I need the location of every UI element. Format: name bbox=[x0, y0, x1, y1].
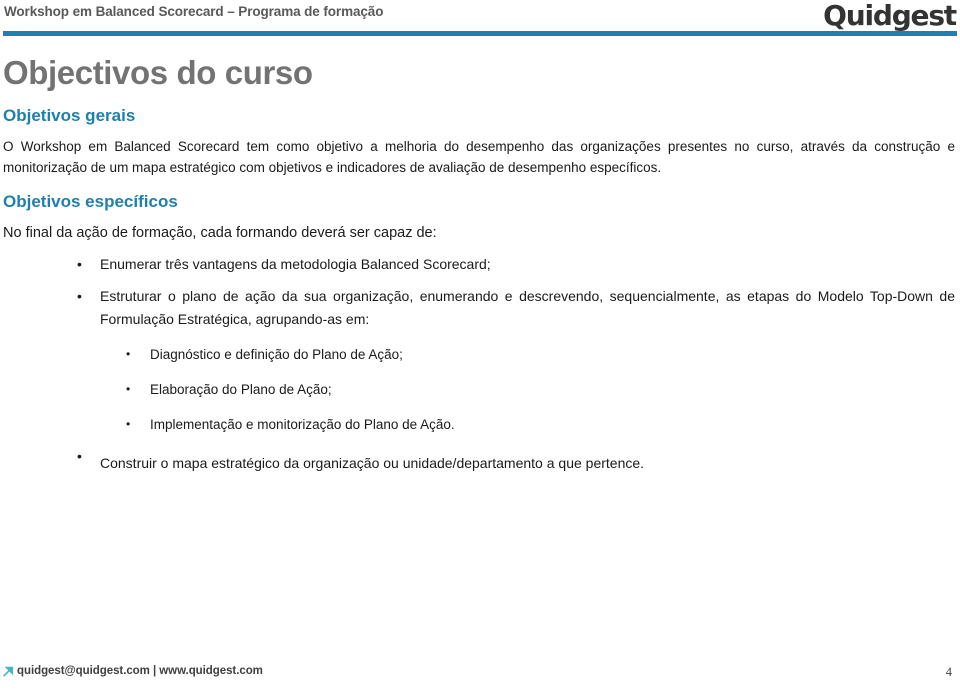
sub-list-item-label: Elaboração do Plano de Ação; bbox=[150, 382, 332, 397]
list-item-label: Enumerar três vantagens da metodologia B… bbox=[100, 256, 491, 272]
header-divider bbox=[3, 31, 957, 36]
slide-header: Workshop em Balanced Scorecard – Program… bbox=[0, 0, 960, 40]
list-item: • Construir o mapa estratégico da organi… bbox=[0, 436, 960, 475]
slide-content: Objectivos do curso Objetivos gerais O W… bbox=[0, 52, 960, 475]
bullet-dot-icon: • bbox=[126, 417, 131, 431]
bullet-dot-icon: • bbox=[77, 288, 82, 304]
page-number: 4 bbox=[945, 665, 952, 679]
page-title: Objectivos do curso bbox=[3, 54, 313, 91]
sub-list-item-label: Diagnóstico e definição do Plano de Ação… bbox=[150, 347, 403, 362]
header-title: Workshop em Balanced Scorecard – Program… bbox=[4, 4, 384, 19]
arrow-up-right-icon bbox=[3, 666, 14, 677]
list-item-label: Construir o mapa estratégico da organiza… bbox=[100, 455, 645, 471]
slide-page: Workshop em Balanced Scorecard – Program… bbox=[0, 0, 960, 693]
list-item: • Estruturar o plano de ação da sua orga… bbox=[0, 276, 960, 331]
sub-list-item-label: Implementação e monitorização do Plano d… bbox=[150, 417, 455, 432]
slide-footer: quidgest@quidgest.com | www.quidgest.com… bbox=[0, 665, 960, 685]
bullet-dot-icon: • bbox=[126, 347, 131, 361]
bullet-dot-icon: • bbox=[77, 256, 82, 272]
list-item-label: Estruturar o plano de ação da sua organi… bbox=[100, 288, 955, 327]
list-item: • Enumerar três vantagens da metodologia… bbox=[0, 244, 960, 276]
objetivos-especificos-lead: No final da ação de formação, cada forma… bbox=[3, 225, 437, 241]
quidgest-logo: Quidgest bbox=[823, 0, 957, 32]
bullet-dot-icon: • bbox=[126, 382, 131, 396]
sub-list-item: • Implementação e monitorização do Plano… bbox=[0, 401, 960, 436]
footer-contact-text: quidgest@quidgest.com | www.quidgest.com bbox=[17, 665, 263, 677]
sub-list-item: • Diagnóstico e definição do Plano de Aç… bbox=[0, 331, 960, 366]
objetivos-gerais-paragraph: O Workshop em Balanced Scorecard tem com… bbox=[3, 139, 955, 175]
footer-contact-block: quidgest@quidgest.com | www.quidgest.com bbox=[3, 665, 263, 677]
section-heading-objetivos-especificos: Objetivos específicos bbox=[3, 192, 178, 211]
sub-list-item: • Elaboração do Plano de Ação; bbox=[0, 366, 960, 401]
objectives-bullet-list: • Enumerar três vantagens da metodologia… bbox=[0, 244, 960, 475]
section-heading-objetivos-gerais: Objetivos gerais bbox=[3, 106, 136, 125]
bullet-dot-icon: • bbox=[77, 448, 82, 464]
